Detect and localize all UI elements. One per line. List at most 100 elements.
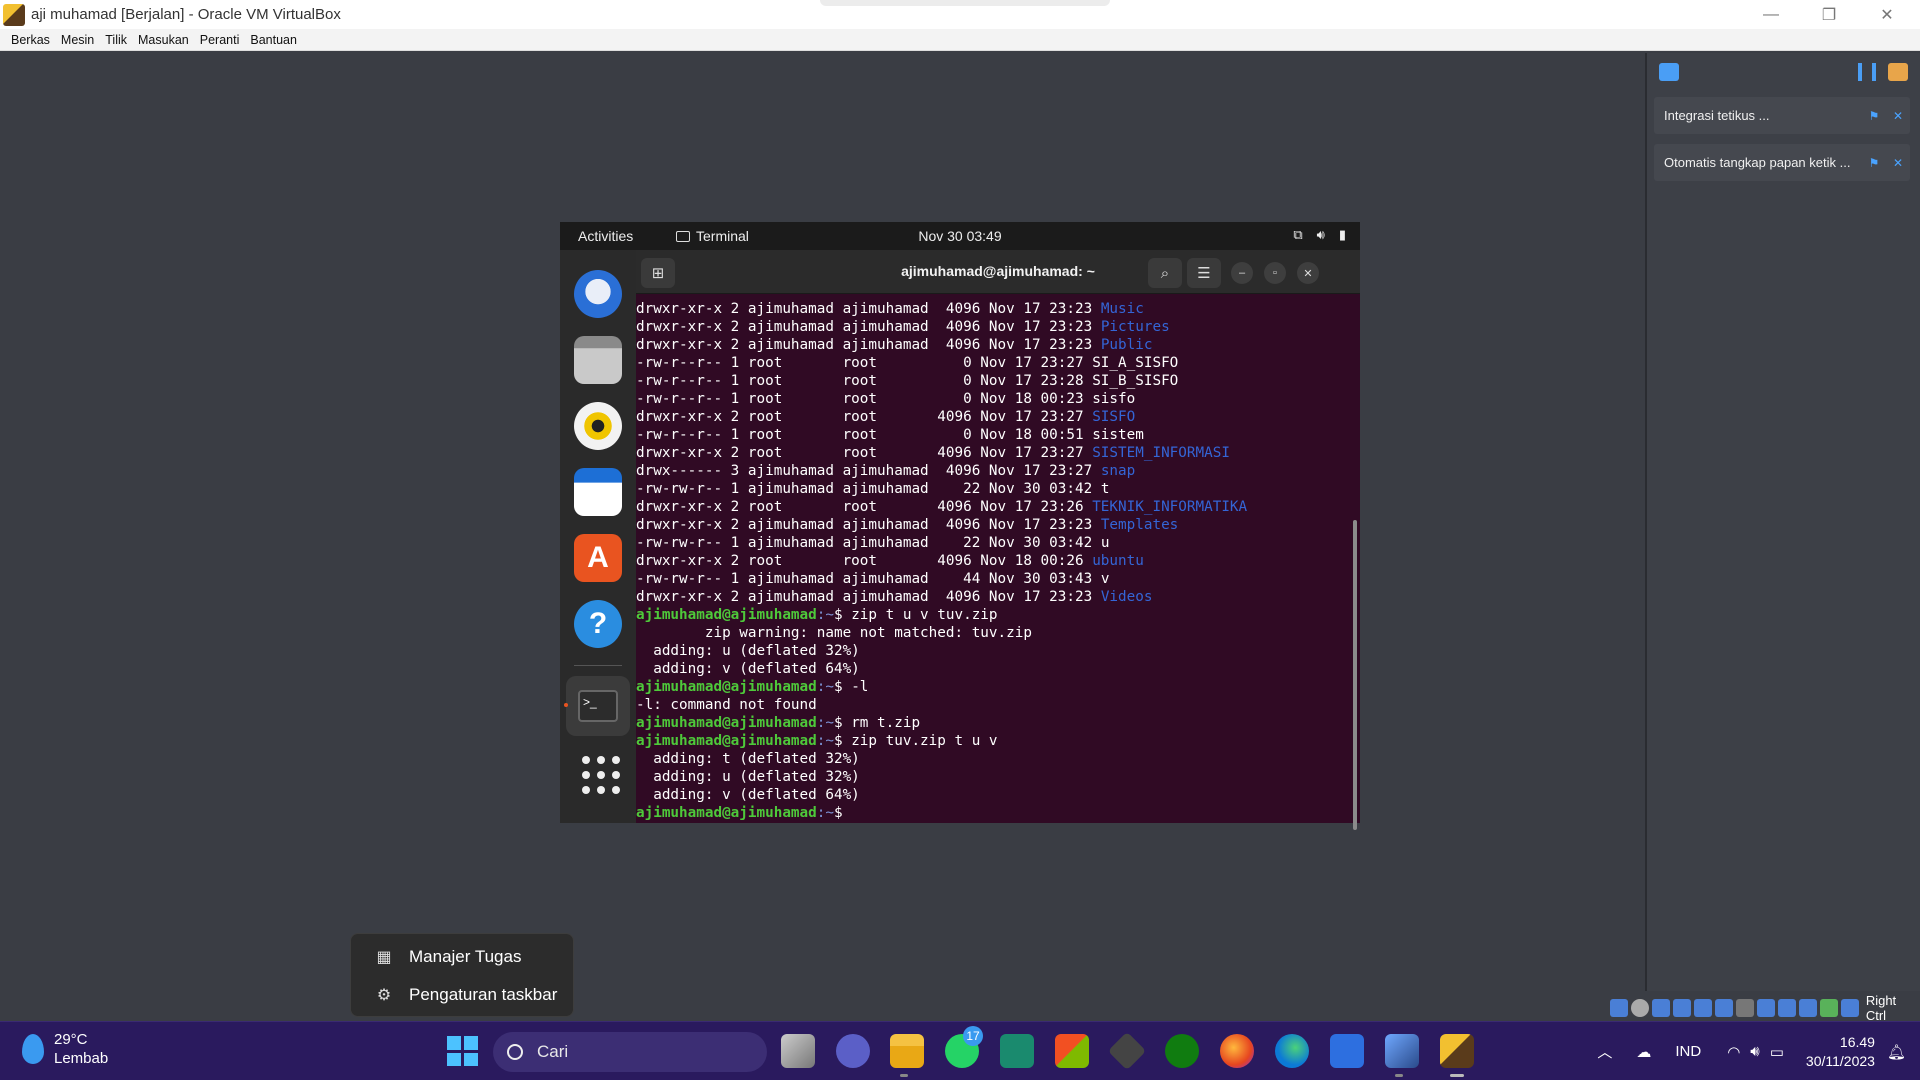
terminal-scrollbar[interactable] <box>1353 520 1357 830</box>
shared-folders-icon[interactable] <box>1714 999 1733 1017</box>
language-indicator[interactable]: IND <box>1675 1043 1701 1060</box>
show-apps-icon[interactable] <box>574 750 622 798</box>
terminal-line: -l: command not found <box>636 696 1346 714</box>
menu-mesin[interactable]: Mesin <box>61 33 94 47</box>
terminal-line: -rw-r--r-- 1 root root 0 Nov 17 23:28 SI… <box>636 372 1346 390</box>
directory-name: SISTEM_INFORMASI <box>1092 445 1230 461</box>
recording-icon[interactable] <box>1756 999 1775 1017</box>
search-button[interactable]: ⌕ <box>1148 258 1182 288</box>
app-icon-teal[interactable] <box>1000 1034 1034 1068</box>
battery-icon[interactable]: ▭ <box>1770 1043 1784 1061</box>
file-name: sistem <box>1092 427 1144 443</box>
microsoft-store-icon[interactable] <box>1055 1034 1089 1068</box>
clear-all-icon[interactable] <box>1888 63 1908 81</box>
start-button[interactable] <box>445 1034 479 1068</box>
clock[interactable]: Nov 30 03:49 <box>560 228 1360 244</box>
audio-icon[interactable] <box>1651 999 1670 1017</box>
terminal-line: drwxr-xr-x 2 ajimuhamad ajimuhamad 4096 … <box>636 318 1346 336</box>
menu-bar: Berkas Mesin Tilik Masukan Peranti Bantu… <box>0 29 1920 51</box>
onedrive-icon[interactable]: ☁ <box>1636 1043 1651 1061</box>
task-manager-icon: ▦ <box>376 949 392 966</box>
menu-peranti[interactable]: Peranti <box>200 33 240 47</box>
firefox-icon[interactable] <box>1220 1034 1254 1068</box>
directory-name: Pictures <box>1100 319 1170 335</box>
terminal-dock-icon[interactable]: >_ <box>566 676 630 736</box>
edge-icon[interactable] <box>1275 1034 1309 1068</box>
mouse-integration-icon[interactable] <box>1798 999 1817 1017</box>
guest-additions-icon[interactable] <box>1819 999 1838 1017</box>
notification-mouse-integration[interactable]: Integrasi tetikus ... ⚑ ✕ <box>1654 97 1910 134</box>
terminal-line: drwxr-xr-x 2 root root 4096 Nov 17 23:26… <box>636 498 1346 516</box>
maximize-button[interactable]: ▫ <box>1264 262 1286 284</box>
close-icon[interactable]: ✕ <box>1886 109 1910 123</box>
app-icon-dark[interactable] <box>1107 1031 1147 1071</box>
search-icon <box>507 1044 523 1060</box>
vm-display[interactable]: Activities Terminal Nov 30 03:49 ⧉ 🔊︎ ▮ … <box>560 222 1360 830</box>
menu-tilik[interactable]: Tilik <box>105 33 127 47</box>
help-icon[interactable]: ? <box>574 600 622 648</box>
terminal-icon: >_ <box>578 690 618 722</box>
keyboard-capture-icon[interactable] <box>1840 999 1859 1017</box>
usb-icon[interactable] <box>1693 999 1712 1017</box>
task-manager-item[interactable]: ▦ Manajer Tugas <box>355 938 569 976</box>
display-icon[interactable] <box>1735 999 1754 1017</box>
prompt-path: :~ <box>816 607 834 623</box>
minimize-button[interactable]: – <box>1231 262 1253 284</box>
minimize-button[interactable]: — <box>1742 0 1800 29</box>
close-icon[interactable]: ✕ <box>1886 156 1910 170</box>
notification-bell-icon[interactable]: 🔔︎ <box>1887 1043 1906 1061</box>
chat-icon[interactable] <box>836 1034 870 1068</box>
chevron-up-icon[interactable]: ︿ <box>1597 1041 1612 1062</box>
volume-icon[interactable]: 🔊︎ <box>1750 1043 1759 1060</box>
terminal-line: drwxr-xr-x 2 root root 4096 Nov 17 23:27… <box>636 444 1346 462</box>
cpu-icon[interactable] <box>1777 999 1796 1017</box>
pin-icon[interactable]: ⚑ <box>1862 109 1886 123</box>
taskbar-settings-item[interactable]: ⚙ Pengaturan taskbar <box>355 976 569 1014</box>
optical-drive-icon[interactable] <box>1630 999 1649 1017</box>
notification-keyboard-capture[interactable]: Otomatis tangkap papan ketik ... ⚑ ✕ <box>1654 144 1910 181</box>
restore-button[interactable]: ❐ <box>1800 0 1858 29</box>
line-text: drwxr-xr-x 2 ajimuhamad ajimuhamad 4096 … <box>636 337 1101 353</box>
menu-berkas[interactable]: Berkas <box>11 33 50 47</box>
terminal-output[interactable]: drwxr-xr-x 2 ajimuhamad ajimuhamad 4096 … <box>636 294 1346 823</box>
files-icon[interactable] <box>574 336 622 384</box>
xbox-icon[interactable] <box>1165 1034 1199 1068</box>
whatsapp-icon[interactable]: 17 <box>945 1026 983 1068</box>
hamburger-menu-button[interactable]: ☰ <box>1187 258 1221 288</box>
running-indicator <box>1395 1074 1403 1077</box>
prompt-user: ajimuhamad@ajimuhamad <box>636 805 817 821</box>
taskbar-search[interactable]: Cari <box>493 1032 767 1072</box>
system-tray[interactable]: ⧉ 🔊︎ ▮ <box>1293 227 1346 243</box>
app-icon-blue[interactable] <box>1330 1034 1364 1068</box>
directory-name: SISFO <box>1092 409 1136 425</box>
menu-bantuan[interactable]: Bantuan <box>250 33 297 47</box>
line-text: drwxr-xr-x 2 ajimuhamad ajimuhamad 4096 … <box>636 589 1101 605</box>
weather-temp: 29°C <box>54 1031 88 1048</box>
menu-masukan[interactable]: Masukan <box>138 33 189 47</box>
thunderbird-icon[interactable] <box>574 270 622 318</box>
app-center-icon[interactable]: A <box>574 534 622 582</box>
task-view-icon[interactable] <box>781 1034 815 1068</box>
virtualbox-manager-icon[interactable] <box>1385 1034 1419 1068</box>
message-center-icon[interactable] <box>1659 63 1679 81</box>
battery-icon: ▮ <box>1338 227 1346 242</box>
close-button[interactable]: ✕ <box>1858 0 1916 29</box>
network-icon[interactable] <box>1672 999 1691 1017</box>
file-explorer-icon[interactable] <box>890 1034 924 1068</box>
gnome-top-bar: Activities Terminal Nov 30 03:49 ⧉ 🔊︎ ▮ <box>560 222 1360 250</box>
weather-widget[interactable]: 29°C Lembab <box>22 1030 108 1068</box>
hard-disk-icon[interactable] <box>1610 999 1628 1017</box>
sort-icon[interactable] <box>1858 63 1876 81</box>
rhythmbox-icon[interactable] <box>574 402 622 450</box>
clock-widget[interactable]: 16.49 30/11/2023 <box>1806 1033 1875 1071</box>
close-button[interactable]: ✕ <box>1297 262 1319 284</box>
virtualbox-vm-icon[interactable] <box>1440 1034 1474 1068</box>
libreoffice-writer-icon[interactable] <box>574 468 622 516</box>
window-title: aji muhamad [Berjalan] - Oracle VM Virtu… <box>31 6 341 23</box>
pin-icon[interactable]: ⚑ <box>1862 156 1886 170</box>
line-text: drwx------ 3 ajimuhamad ajimuhamad 4096 … <box>636 463 1101 479</box>
terminal-window[interactable]: ⊞ ajimuhamad@ajimuhamad: ~ ⌕ ☰ – ▫ ✕ drw… <box>636 250 1360 830</box>
wifi-icon[interactable]: ◠ <box>1727 1043 1740 1061</box>
ubuntu-dock: A ? >_ <box>560 250 636 823</box>
notification-panel: Integrasi tetikus ... ⚑ ✕ Otomatis tangk… <box>1645 53 1920 991</box>
